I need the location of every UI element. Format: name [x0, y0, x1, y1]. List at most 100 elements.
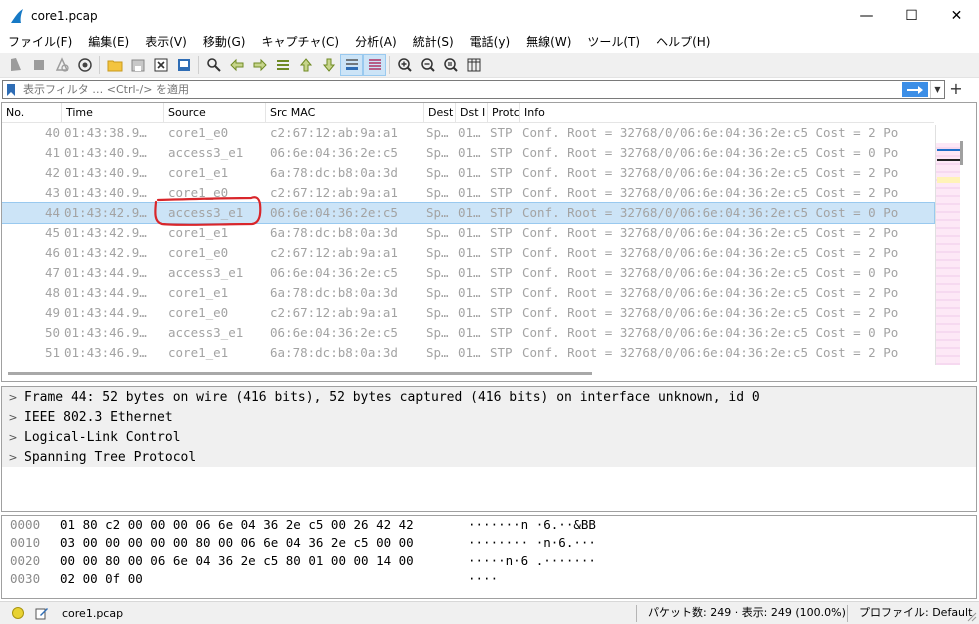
- packet-row[interactable]: 49 01:43:44.9… core1_e0 c2:67:12:ab:9a:a1 Sp…: [2, 303, 934, 323]
- cell-no: 48: [44, 285, 60, 300]
- minimap-highlight: [937, 177, 960, 183]
- restart-capture-icon[interactable]: [50, 54, 73, 76]
- bytes-row[interactable]: 0030 02 00 0f 00 ····: [2, 570, 976, 588]
- packet-row[interactable]: 42 01:43:40.9… core1_e1 6a:78:dc:b8:0a:3d Sp…: [2, 163, 934, 183]
- expand-chevron-icon[interactable]: >: [2, 411, 24, 424]
- maximize-button[interactable]: ☐: [889, 0, 934, 31]
- stop-capture-icon[interactable]: [27, 54, 50, 76]
- column-header-src-mac[interactable]: Src MAC: [266, 103, 424, 123]
- go-back-icon[interactable]: [225, 54, 248, 76]
- packet-row[interactable]: 50 01:43:46.9… access3_e1 06:6e:04:36:2e:c5…: [2, 323, 934, 343]
- cell-info: Conf. Root = 32768/0/06:6e:04:36:2e:c5 C…: [522, 165, 899, 180]
- column-header-dst-i[interactable]: Dst I: [456, 103, 488, 123]
- resize-grip-icon[interactable]: [967, 612, 977, 622]
- menu-view[interactable]: 表示(V): [137, 31, 195, 53]
- packet-row[interactable]: 45 01:43:42.9… core1_e1 6a:78:dc:b8:0a:3d Sp…: [2, 223, 934, 243]
- detail-frame[interactable]: > Frame 44: 52 bytes on wire (416 bits),…: [2, 387, 976, 407]
- cell-source: core1_e1: [168, 285, 229, 300]
- expert-info-led-icon[interactable]: [12, 607, 24, 619]
- packet-row[interactable]: 48 01:43:44.9… core1_e1 6a:78:dc:b8:0a:3d Sp…: [2, 283, 934, 303]
- hscroll-thumb[interactable]: [8, 372, 592, 375]
- auto-scroll-icon[interactable]: [340, 54, 363, 76]
- cell-protocol: STP: [490, 345, 513, 360]
- bytes-offset: 0020: [10, 553, 41, 568]
- close-file-icon[interactable]: [149, 54, 172, 76]
- column-header-info[interactable]: Info: [520, 103, 934, 123]
- detail-stp[interactable]: > Spanning Tree Protocol: [2, 447, 976, 467]
- status-profile[interactable]: プロファイル: Default: [859, 602, 972, 624]
- close-button[interactable]: ✕: [934, 0, 979, 31]
- zoom-out-icon[interactable]: [416, 54, 439, 76]
- expand-chevron-icon[interactable]: >: [2, 431, 24, 444]
- bytes-row[interactable]: 0010 03 00 00 00 00 00 80 00 06 6e 04 36 …: [2, 534, 976, 552]
- menu-statistics[interactable]: 統計(S): [405, 31, 462, 53]
- menu-file[interactable]: ファイル(F): [0, 31, 80, 53]
- status-separator: [847, 605, 848, 622]
- packet-row[interactable]: 41 01:43:40.9… access3_e1 06:6e:04:36:2e:c5…: [2, 143, 934, 163]
- detail-stp-text: Spanning Tree Protocol: [24, 449, 197, 465]
- column-header-time[interactable]: Time: [62, 103, 164, 123]
- go-forward-icon[interactable]: [248, 54, 271, 76]
- window-title: core1.pcap: [31, 8, 98, 23]
- minimize-button[interactable]: —: [844, 0, 889, 31]
- cell-source: access3_e1: [168, 325, 244, 340]
- go-last-icon[interactable]: [317, 54, 340, 76]
- bookmark-icon[interactable]: [3, 81, 19, 98]
- packet-list-hscroll[interactable]: [2, 365, 934, 381]
- packet-row[interactable]: 43 01:43:40.9… core1_e0 c2:67:12:ab:9a:a1 Sp…: [2, 183, 934, 203]
- column-header-no[interactable]: No.: [2, 103, 62, 123]
- cell-source: core1_e0: [168, 185, 229, 200]
- cell-time: 01:43:44.9…: [64, 265, 147, 280]
- packet-row[interactable]: 40 01:43:38.9… core1_e0 c2:67:12:ab:9a:a1 Sp…: [2, 123, 934, 143]
- menu-tools[interactable]: ツール(T): [579, 31, 648, 53]
- column-header-dest[interactable]: Dest: [424, 103, 456, 123]
- capture-options-icon[interactable]: [73, 54, 96, 76]
- bytes-row[interactable]: 0000 01 80 c2 00 00 00 06 6e 04 36 2e c5 …: [2, 516, 976, 534]
- expand-chevron-icon[interactable]: >: [2, 451, 24, 464]
- resize-columns-icon[interactable]: [462, 54, 485, 76]
- menu-help[interactable]: ヘルプ(H): [648, 31, 718, 53]
- column-header-protocol[interactable]: Protc: [488, 103, 520, 123]
- reload-file-icon[interactable]: [172, 54, 195, 76]
- cell-no: 46: [44, 245, 60, 260]
- column-header-source[interactable]: Source: [164, 103, 266, 123]
- display-filter-input[interactable]: [19, 81, 902, 98]
- go-to-packet-icon[interactable]: [271, 54, 294, 76]
- open-file-icon[interactable]: [103, 54, 126, 76]
- detail-llc[interactable]: > Logical-Link Control: [2, 427, 976, 447]
- colorize-icon[interactable]: [363, 54, 386, 76]
- detail-ethernet[interactable]: > IEEE 802.3 Ethernet: [2, 407, 976, 427]
- zoom-in-icon[interactable]: [393, 54, 416, 76]
- zoom-normal-icon[interactable]: [439, 54, 462, 76]
- packet-row[interactable]: 46 01:43:42.9… core1_e0 c2:67:12:ab:9a:a1 Sp…: [2, 243, 934, 263]
- apply-filter-arrow-icon[interactable]: [902, 82, 928, 97]
- packet-row[interactable]: 51 01:43:46.9… core1_e1 6a:78:dc:b8:0a:3d Sp…: [2, 343, 934, 363]
- add-filter-button-icon[interactable]: +: [949, 80, 963, 99]
- cell-src-mac: c2:67:12:ab:9a:a1: [270, 125, 398, 140]
- bytes-ascii: ·······n ·6.··&BB: [468, 517, 596, 532]
- packet-list-vscroll-thumb[interactable]: [960, 141, 963, 165]
- cell-info: Conf. Root = 32768/0/06:6e:04:36:2e:c5 C…: [522, 245, 899, 260]
- packet-row-selected[interactable]: 44 01:43:42.9… access3_e1 06:6e:04:36:2e:c5…: [2, 202, 935, 224]
- start-capture-icon[interactable]: [4, 54, 27, 76]
- cell-dest: Sp…: [426, 265, 449, 280]
- menu-analyze[interactable]: 分析(A): [347, 31, 405, 53]
- menu-go[interactable]: 移動(G): [195, 31, 254, 53]
- packet-minimap[interactable]: [935, 125, 961, 365]
- menu-capture[interactable]: キャプチャ(C): [253, 31, 347, 53]
- capture-comment-icon[interactable]: [34, 605, 50, 621]
- cell-src-mac: 06:6e:04:36:2e:c5: [270, 205, 398, 220]
- cell-time: 01:43:40.9…: [64, 165, 147, 180]
- menu-telephony[interactable]: 電話(y): [462, 31, 518, 53]
- save-file-icon[interactable]: [126, 54, 149, 76]
- filter-history-dropdown-icon[interactable]: ▼: [930, 81, 944, 98]
- menu-wireless[interactable]: 無線(W): [518, 31, 579, 53]
- cell-dst-i: 01…: [458, 265, 481, 280]
- cell-src-mac: 6a:78:dc:b8:0a:3d: [270, 345, 398, 360]
- find-packet-icon[interactable]: [202, 54, 225, 76]
- packet-row[interactable]: 47 01:43:44.9… access3_e1 06:6e:04:36:2e:c5…: [2, 263, 934, 283]
- expand-chevron-icon[interactable]: >: [2, 391, 24, 404]
- bytes-row[interactable]: 0020 00 00 80 00 06 6e 04 36 2e c5 80 01 …: [2, 552, 976, 570]
- menu-edit[interactable]: 編集(E): [80, 31, 137, 53]
- go-first-icon[interactable]: [294, 54, 317, 76]
